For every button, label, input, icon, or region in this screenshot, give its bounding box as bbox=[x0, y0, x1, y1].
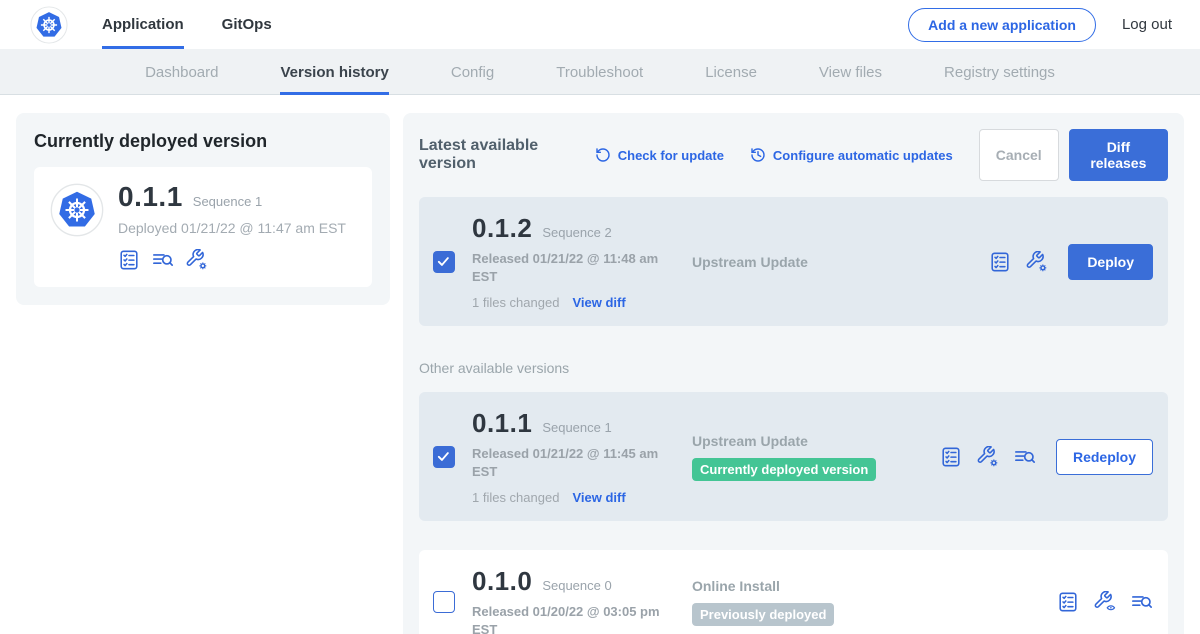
add-application-button[interactable]: Add a new application bbox=[908, 8, 1096, 42]
diff-releases-button[interactable]: Diff releases bbox=[1069, 129, 1168, 181]
deployed-icon-row bbox=[118, 249, 346, 271]
source-label: Upstream Update bbox=[692, 433, 940, 449]
edit-config-icon[interactable] bbox=[186, 249, 208, 271]
version-info: 0.1.1 Sequence 1 Released 01/21/22 @ 11:… bbox=[472, 408, 678, 505]
version-row-0-1-2: 0.1.2 Sequence 2 Released 01/21/22 @ 11:… bbox=[419, 197, 1168, 326]
sequence-label: Sequence 1 bbox=[542, 420, 611, 435]
tab-config[interactable]: Config bbox=[451, 49, 494, 95]
view-files-icon[interactable] bbox=[1131, 591, 1153, 613]
view-diff-link[interactable]: View diff bbox=[572, 295, 625, 310]
release-notes-icon[interactable] bbox=[989, 251, 1011, 273]
check-for-update-link[interactable]: Check for update bbox=[595, 147, 724, 163]
check-for-update-label: Check for update bbox=[618, 148, 724, 163]
top-nav: Application GitOps Add a new application… bbox=[0, 0, 1200, 49]
version-history-panel: Latest available version Check for updat… bbox=[403, 113, 1184, 634]
topnav-right: Add a new application Log out bbox=[908, 8, 1172, 42]
cancel-button[interactable]: Cancel bbox=[979, 129, 1059, 181]
version-checkbox[interactable] bbox=[433, 591, 455, 613]
version-source: Upstream Update bbox=[692, 254, 940, 270]
main-content: Currently deployed version 0.1.1 Sequenc… bbox=[0, 95, 1200, 634]
tab-dashboard[interactable]: Dashboard bbox=[145, 49, 218, 95]
deployed-timestamp: Deployed 01/21/22 @ 11:47 am EST bbox=[118, 220, 346, 236]
configure-auto-updates-link[interactable]: Configure automatic updates bbox=[750, 147, 953, 163]
version-source: Upstream Update Currently deployed versi… bbox=[692, 433, 940, 481]
version-info: 0.1.0 Sequence 0 Released 01/20/22 @ 03:… bbox=[472, 566, 678, 634]
previously-deployed-badge: Previously deployed bbox=[692, 603, 834, 626]
version-row-0-1-0: 0.1.0 Sequence 0 Released 01/20/22 @ 03:… bbox=[419, 550, 1168, 634]
released-timestamp: Released 01/20/22 @ 03:05 pm EST bbox=[472, 603, 668, 634]
deployed-version-number: 0.1.1 bbox=[118, 181, 183, 213]
tab-registry-settings[interactable]: Registry settings bbox=[944, 49, 1055, 95]
deployed-version-details: 0.1.1 Sequence 1 Deployed 01/21/22 @ 11:… bbox=[118, 181, 346, 271]
tab-troubleshoot[interactable]: Troubleshoot bbox=[556, 49, 643, 95]
version-number: 0.1.1 bbox=[472, 408, 532, 439]
view-files-icon[interactable] bbox=[152, 249, 174, 271]
row-actions bbox=[1057, 591, 1153, 613]
checkmark-icon bbox=[436, 254, 451, 269]
source-label: Online Install bbox=[692, 578, 940, 594]
refresh-icon bbox=[595, 147, 611, 163]
topnav-tab-gitops[interactable]: GitOps bbox=[222, 0, 272, 49]
release-notes-icon[interactable] bbox=[940, 446, 962, 468]
view-files-icon[interactable] bbox=[1014, 446, 1036, 468]
version-checkbox[interactable] bbox=[433, 446, 455, 468]
kubernetes-logo-icon bbox=[30, 6, 68, 44]
tab-version-history[interactable]: Version history bbox=[280, 49, 388, 95]
release-notes-icon[interactable] bbox=[118, 249, 140, 271]
source-label: Upstream Update bbox=[692, 254, 940, 270]
version-info: 0.1.2 Sequence 2 Released 01/21/22 @ 11:… bbox=[472, 213, 678, 310]
version-checkbox[interactable] bbox=[433, 251, 455, 273]
panel-actions: Cancel Diff releases bbox=[979, 129, 1168, 181]
view-diff-link[interactable]: View diff bbox=[572, 490, 625, 505]
view-config-icon[interactable] bbox=[1094, 591, 1116, 613]
deployed-version-card: 0.1.1 Sequence 1 Deployed 01/21/22 @ 11:… bbox=[34, 167, 372, 287]
version-number: 0.1.0 bbox=[472, 566, 532, 597]
latest-available-title: Latest available version bbox=[419, 137, 581, 173]
deployed-card-title: Currently deployed version bbox=[34, 131, 372, 152]
checkmark-icon bbox=[436, 449, 451, 464]
topnav-tab-application[interactable]: Application bbox=[102, 0, 184, 49]
row-actions: Deploy bbox=[989, 244, 1153, 280]
deployed-sequence-label: Sequence 1 bbox=[193, 194, 262, 209]
edit-config-icon[interactable] bbox=[977, 446, 999, 468]
row-actions: Redeploy bbox=[940, 439, 1153, 475]
files-changed-label: 1 files changed bbox=[472, 295, 559, 310]
topnav-tabs: Application GitOps bbox=[102, 0, 272, 49]
tab-license[interactable]: License bbox=[705, 49, 757, 95]
currently-deployed-card: Currently deployed version 0.1.1 Sequenc… bbox=[16, 113, 390, 305]
release-notes-icon[interactable] bbox=[1057, 591, 1079, 613]
version-number: 0.1.2 bbox=[472, 213, 532, 244]
version-row-0-1-1: 0.1.1 Sequence 1 Released 01/21/22 @ 11:… bbox=[419, 392, 1168, 521]
edit-config-icon[interactable] bbox=[1026, 251, 1048, 273]
configure-auto-updates-label: Configure automatic updates bbox=[773, 148, 953, 163]
app-sub-nav: Dashboard Version history Config Trouble… bbox=[0, 49, 1200, 95]
app-logo-icon bbox=[50, 183, 104, 237]
version-source: Online Install Previously deployed bbox=[692, 578, 940, 626]
panel-header: Latest available version Check for updat… bbox=[419, 129, 1168, 181]
redeploy-button[interactable]: Redeploy bbox=[1056, 439, 1153, 475]
sequence-label: Sequence 2 bbox=[542, 225, 611, 240]
files-changed-label: 1 files changed bbox=[472, 490, 559, 505]
logout-button[interactable]: Log out bbox=[1122, 16, 1172, 33]
tab-view-files[interactable]: View files bbox=[819, 49, 882, 95]
released-timestamp: Released 01/21/22 @ 11:48 am EST bbox=[472, 250, 668, 285]
other-versions-title: Other available versions bbox=[419, 360, 1168, 376]
schedule-icon bbox=[750, 147, 766, 163]
sequence-label: Sequence 0 bbox=[542, 578, 611, 593]
currently-deployed-badge: Currently deployed version bbox=[692, 458, 876, 481]
released-timestamp: Released 01/21/22 @ 11:45 am EST bbox=[472, 445, 668, 480]
deploy-button[interactable]: Deploy bbox=[1068, 244, 1153, 280]
